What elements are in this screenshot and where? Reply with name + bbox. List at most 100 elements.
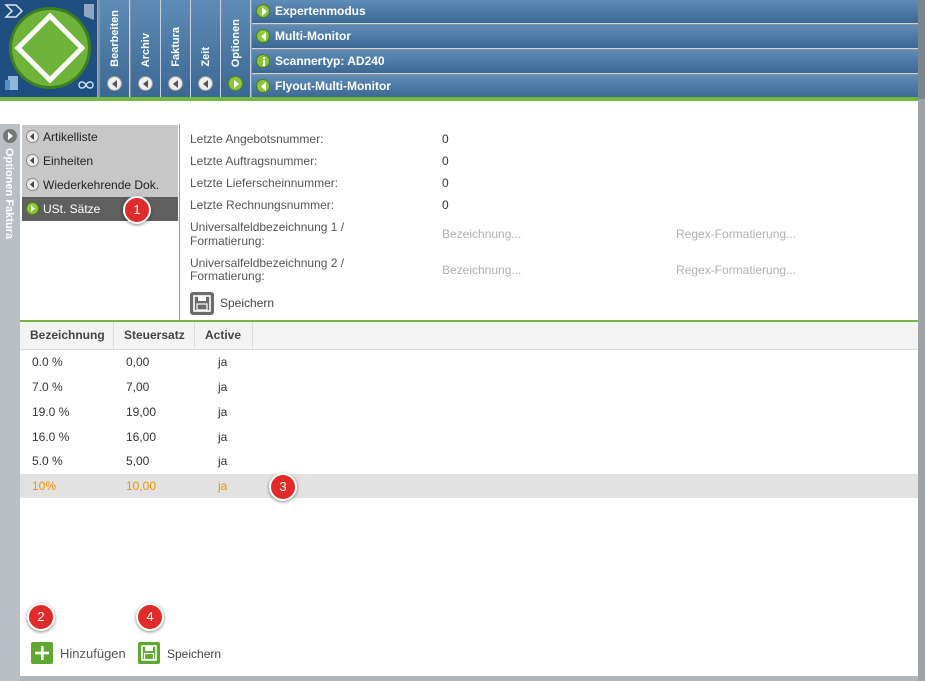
field-value[interactable]: 0 [442, 198, 449, 212]
table-row[interactable]: 19.0 % 19,00 ja [20, 400, 918, 424]
field-value[interactable]: 0 [442, 176, 449, 190]
chevron-right-icon [256, 4, 270, 18]
universal-1-regex-input[interactable]: Regex-Formatierung... [676, 227, 796, 241]
tab-optionen[interactable]: Optionen [221, 0, 251, 97]
chevron-left-icon [26, 154, 39, 167]
side-panel-label: Optionen Faktura [3, 148, 15, 240]
table-row-selected[interactable]: 10% 10,00 ja [20, 474, 918, 498]
field-value[interactable]: 0 [442, 132, 449, 146]
divider [0, 97, 918, 101]
tab-bearbeiten[interactable]: Bearbeiten [100, 0, 130, 97]
save-button[interactable]: Speichern [138, 642, 238, 666]
form-save-button[interactable]: Speichern [190, 292, 290, 316]
bottom-border [20, 676, 918, 681]
menu-item-multi-monitor[interactable]: Multi-Monitor [252, 25, 918, 49]
cell-bezeichnung: 7.0 % [32, 380, 63, 394]
field-label: Letzte Angebotsnummer: [190, 132, 324, 146]
universal-2-regex-input[interactable]: Regex-Formatierung... [676, 263, 796, 277]
menu-item-label: Expertenmodus [275, 4, 366, 18]
column-header-active[interactable]: Active [195, 322, 253, 350]
top-toolbar: Bearbeiten Archiv Faktura Zeit Optionen … [0, 0, 925, 99]
scrollbar[interactable] [918, 99, 925, 681]
tab-archiv-label: Archiv [139, 32, 152, 67]
chevron-left-icon[interactable] [168, 76, 183, 91]
logo-circle [9, 7, 91, 89]
field-value[interactable]: 0 [442, 154, 449, 168]
menu-item-label: Flyout-Multi-Monitor [275, 79, 391, 93]
settings-item-label: USt. Sätze [43, 202, 101, 216]
table-header: Bezeichnung Steuersatz Active [20, 322, 918, 350]
chevron-right-icon[interactable] [228, 76, 243, 91]
tab-optionen-label: Optionen [229, 18, 242, 67]
cell-active: ja [218, 355, 228, 369]
column-header-bezeichnung[interactable]: Bezeichnung [20, 322, 114, 350]
tab-faktura[interactable]: Faktura [161, 0, 191, 97]
menu-item-flyout-multi-monitor[interactable]: Flyout-Multi-Monitor [252, 75, 918, 99]
chevron-left-icon[interactable] [138, 76, 153, 91]
table-row[interactable]: 16.0 % 16,00 ja [20, 425, 918, 449]
plus-icon [31, 642, 53, 664]
tab-archiv[interactable]: Archiv [131, 0, 161, 97]
cell-active: ja [218, 454, 228, 468]
app-window: Bearbeiten Archiv Faktura Zeit Optionen … [0, 0, 925, 681]
cell-steuersatz: 16,00 [126, 430, 157, 444]
save-icon [190, 292, 214, 315]
settings-item-label: Artikelliste [43, 130, 98, 144]
chevron-right-icon [26, 202, 39, 215]
universal-1-label-line1: Universalfeldbezeichnung 1 / [190, 220, 345, 234]
tab-zeit-label: Zeit [199, 47, 212, 67]
universal-2-label-line1: Universalfeldbezeichnung 2 / [190, 256, 345, 270]
cell-active: ja [218, 479, 228, 493]
settings-item-artikelliste[interactable]: Artikelliste [22, 125, 178, 149]
cell-steuersatz: 10,00 [126, 479, 157, 493]
settings-item-ust-saetze[interactable]: USt. Sätze [22, 197, 178, 221]
add-button-label: Hinzufügen [60, 646, 126, 661]
cell-bezeichnung: 19.0 % [32, 405, 70, 419]
settings-item-label: Wiederkehrende Dok. [43, 178, 160, 192]
chevron-left-icon[interactable] [198, 76, 213, 91]
settings-item-wiederkehrende-dok[interactable]: Wiederkehrende Dok. [22, 173, 178, 197]
menu-item-expertenmodus[interactable]: Expertenmodus [252, 0, 918, 24]
cell-steuersatz: 5,00 [126, 454, 150, 468]
field-label: Letzte Auftragsnummer: [190, 154, 318, 168]
field-label: Letzte Rechnungsnummer: [190, 198, 335, 212]
cell-bezeichnung: 0.0 % [32, 355, 63, 369]
menu-item-label: Scannertyp: AD240 [275, 54, 385, 68]
settings-list: Artikelliste Einheiten Wiederkehrende Do… [20, 124, 180, 320]
field-label: Letzte Lieferscheinnummer: [190, 176, 339, 190]
table-row[interactable]: 0.0 % 0,00 ja [20, 350, 918, 374]
cell-steuersatz: 7,00 [126, 380, 150, 394]
universal-2-name-input[interactable]: Bezeichnung... [442, 263, 521, 277]
chevron-left-icon[interactable] [107, 76, 122, 91]
column-header-steuersatz[interactable]: Steuersatz [114, 322, 195, 350]
add-button[interactable]: Hinzufügen [31, 642, 131, 666]
cell-active: ja [218, 430, 228, 444]
chevron-left-icon [256, 79, 270, 93]
universal-2-label-line2: Formatierung: [190, 269, 265, 283]
tab-zeit[interactable]: Zeit [191, 0, 221, 97]
chevron-left-icon [256, 29, 270, 43]
universal-1-name-input[interactable]: Bezeichnung... [442, 227, 521, 241]
settings-item-label: Einheiten [43, 154, 94, 168]
app-logo[interactable] [0, 0, 98, 97]
settings-item-einheiten[interactable]: Einheiten [22, 149, 178, 173]
table-row[interactable]: 7.0 % 7,00 ja [20, 375, 918, 399]
save-button-label: Speichern [167, 647, 222, 661]
universal-1-label-line2: Formatierung: [190, 234, 265, 248]
cell-bezeichnung: 10% [32, 479, 57, 493]
menu-item-label: Multi-Monitor [275, 29, 351, 43]
menu-item-scannertyp[interactable]: Scannertyp: AD240 [252, 50, 918, 74]
cell-bezeichnung: 16.0 % [32, 430, 70, 444]
annotation-badge: 1 [123, 196, 151, 224]
chevron-right-icon[interactable] [3, 129, 17, 143]
table-row[interactable]: 5.0 % 5,00 ja [20, 449, 918, 473]
cell-bezeichnung: 5.0 % [32, 454, 63, 468]
diamond-icon [14, 12, 86, 84]
annotation-badge: 4 [136, 603, 164, 631]
tab-bearbeiten-label: Bearbeiten [108, 10, 121, 67]
form-save-label: Speichern [220, 296, 275, 310]
cell-steuersatz: 19,00 [126, 405, 157, 419]
side-panel-toggle[interactable]: Optionen Faktura [0, 124, 20, 681]
cell-steuersatz: 0,00 [126, 355, 150, 369]
chevron-left-icon [26, 130, 39, 143]
